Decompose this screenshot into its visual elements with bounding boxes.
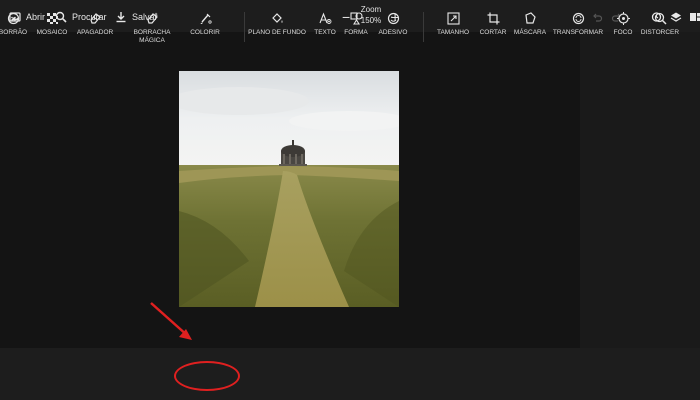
tool-label: PLANO DE FUNDO xyxy=(248,29,306,36)
mosaic-icon xyxy=(46,13,58,24)
tool-blur[interactable]: BORRÃO xyxy=(0,12,28,37)
tool-label: TAMANHO xyxy=(436,29,470,36)
tool-transform[interactable]: TRANSFORMAR xyxy=(552,12,604,37)
tool-label: APAGADOR xyxy=(76,29,114,36)
tool-label: FOCO xyxy=(613,29,633,36)
toolbar-divider xyxy=(423,12,424,42)
crop-icon xyxy=(487,12,499,25)
shapes-icon xyxy=(349,12,363,25)
focus-icon xyxy=(616,12,630,25)
download-icon xyxy=(116,12,126,23)
annotation-arrow xyxy=(150,302,192,340)
tool-label: TRANSFORMAR xyxy=(552,29,604,36)
distort-icon xyxy=(654,12,667,25)
text-icon xyxy=(318,12,331,24)
colorize-icon xyxy=(200,13,212,24)
tool-colorize[interactable]: COLORIR xyxy=(190,12,220,37)
highlight-annotation xyxy=(174,361,240,391)
tool-mask[interactable]: MÁSCARA xyxy=(514,12,546,37)
tool-label: FORMA xyxy=(344,29,368,36)
tool-distort[interactable]: DISTORCER xyxy=(640,12,680,37)
tools-toolbar xyxy=(0,348,700,400)
eraser-icon xyxy=(89,13,101,24)
resize-icon xyxy=(446,12,460,25)
tool-eraser[interactable]: APAGADOR xyxy=(77,12,113,37)
tool-background[interactable]: PLANO DE FUNDO xyxy=(248,12,306,37)
toolbar-divider xyxy=(244,12,245,42)
tool-label: CORTAR xyxy=(479,29,507,36)
tool-label: MÁSCARA xyxy=(513,29,547,36)
tool-label: BORRACHA MÁGICA xyxy=(133,29,171,44)
tool-text[interactable]: TEXTO xyxy=(313,12,337,37)
panel-toggle-button[interactable] xyxy=(690,10,700,24)
tool-label: ADESIVO xyxy=(378,29,408,36)
tool-resize[interactable]: TAMANHO xyxy=(435,12,471,37)
blur-icon xyxy=(7,12,19,25)
tool-label: TEXTO xyxy=(314,29,336,36)
tool-focus[interactable]: FOCO xyxy=(612,12,634,37)
side-panel xyxy=(580,32,700,348)
tool-crop[interactable]: CORTAR xyxy=(479,12,507,37)
tool-sticker[interactable]: ADESIVO xyxy=(378,12,408,37)
panel-icon xyxy=(690,13,700,21)
tool-magic-eraser[interactable]: BORRACHA MÁGICA xyxy=(133,12,171,45)
edited-photo[interactable] xyxy=(179,71,399,307)
tool-label: DISTORCER xyxy=(640,29,680,36)
tool-label: COLORIR xyxy=(190,29,220,36)
tool-shape[interactable]: FORMA xyxy=(344,12,368,37)
sticker-icon xyxy=(387,12,399,25)
tool-label: BORRÃO xyxy=(0,29,28,36)
tool-mosaic[interactable]: MOSAICO xyxy=(36,12,68,37)
paint-bucket-icon xyxy=(271,13,282,23)
transform-icon xyxy=(572,12,584,25)
tool-label: MOSAICO xyxy=(36,29,68,36)
mask-icon xyxy=(524,12,536,24)
magic-eraser-icon xyxy=(146,12,158,24)
